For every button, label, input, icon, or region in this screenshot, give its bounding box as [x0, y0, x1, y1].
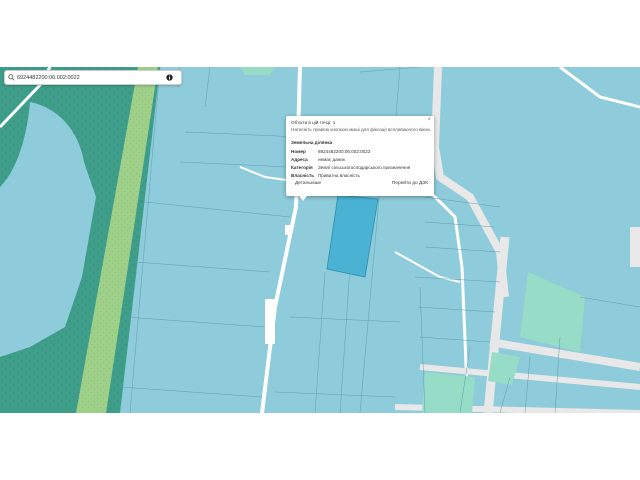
search-bar[interactable]	[4, 70, 182, 85]
row-label: Номер	[291, 149, 306, 154]
magnifier-icon	[5, 71, 17, 84]
row-value: 6924482200:06:002:0022	[318, 149, 371, 154]
goto-dzk-button[interactable]: Перейти до ДЗК	[390, 180, 430, 187]
row-value: Приватна власність	[318, 173, 360, 178]
feature-popup: × Об'єкти в цій точці: 1 Натисніть право…	[286, 116, 434, 196]
row-value: Землі сільськогосподарського призначення	[318, 165, 411, 170]
search-input[interactable]	[17, 72, 163, 83]
close-icon[interactable]: ×	[427, 117, 431, 123]
meadow-parcel-3	[422, 372, 475, 413]
info-row-number: Номер 6924482200:06:002:0022	[291, 149, 370, 154]
info-row-category: Категорія Землі сільськогосподарського п…	[291, 165, 410, 170]
popup-title: Об'єкти в цій точці: 1	[291, 120, 336, 125]
building-3	[630, 227, 640, 267]
building-2	[285, 225, 290, 235]
row-value: немає даних	[318, 157, 346, 162]
popup-pointer	[299, 196, 307, 201]
row-label: Адреса	[291, 157, 308, 162]
building-1	[265, 299, 275, 344]
details-button[interactable]: Детальніше	[293, 180, 323, 187]
row-label: Власність	[291, 173, 315, 178]
popup-hint: Натисніть правою кнопкою миші для фіксац…	[291, 127, 431, 132]
info-icon[interactable]	[163, 71, 175, 84]
meadow-parcel-top	[240, 67, 275, 75]
info-row-ownership: Власність Приватна власність	[291, 173, 360, 178]
section-title: Земельна ділянка	[291, 140, 333, 145]
info-row-address: Адреса немає даних	[291, 157, 345, 162]
row-label: Категорія	[291, 165, 313, 170]
